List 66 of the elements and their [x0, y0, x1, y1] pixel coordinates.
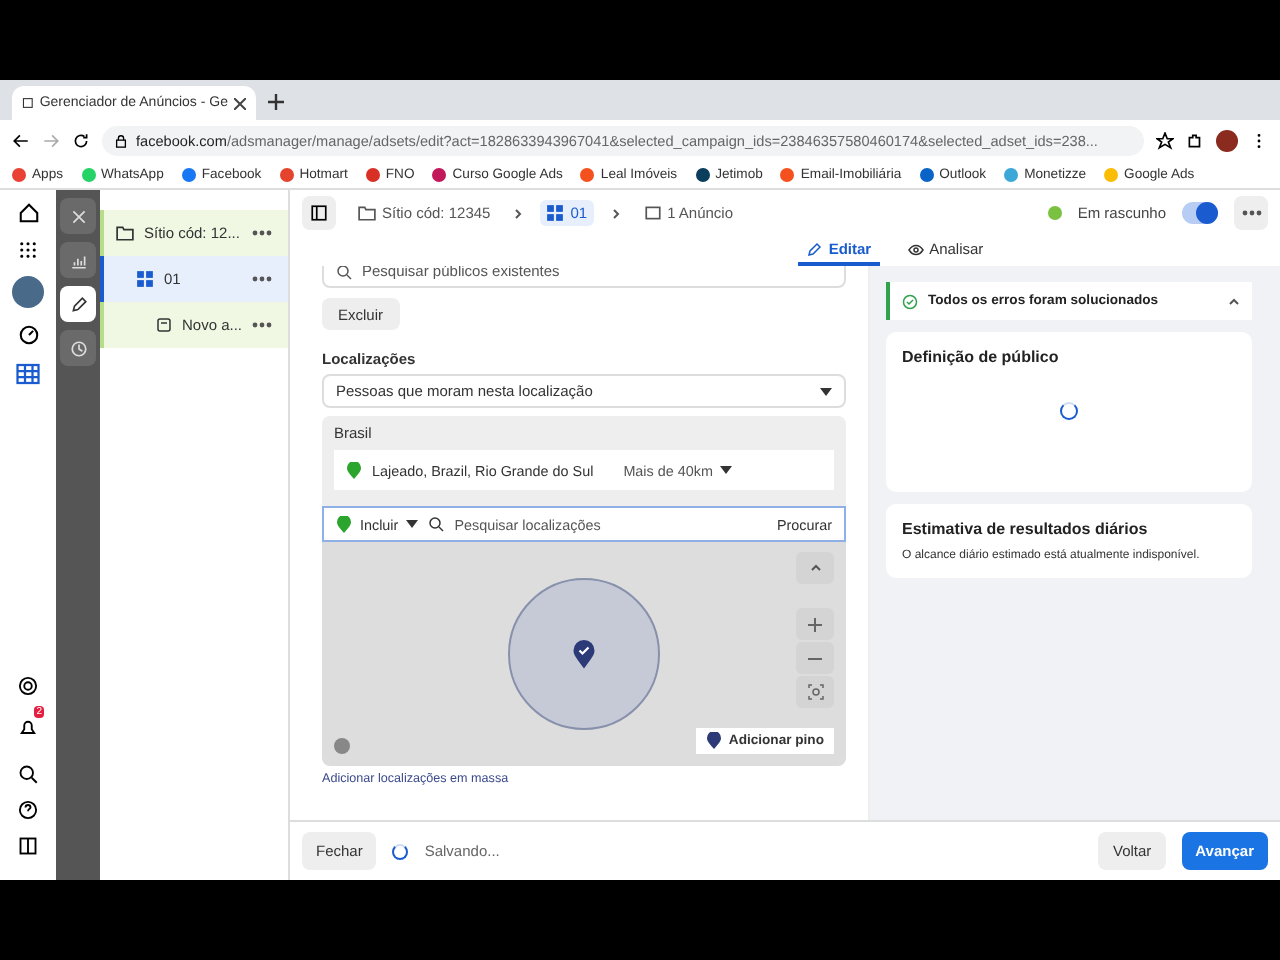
zoom-in-button[interactable]	[796, 608, 834, 640]
bell-icon	[18, 718, 38, 738]
more-button[interactable]	[1234, 196, 1268, 230]
chart-icon	[69, 251, 87, 269]
rail-button[interactable]	[60, 242, 96, 278]
folder-icon	[116, 224, 134, 242]
more-icon[interactable]	[252, 322, 272, 328]
chevron-up-icon	[809, 562, 821, 574]
search-icon	[428, 516, 445, 532]
star-icon	[1156, 131, 1174, 149]
reload-icon	[72, 131, 90, 149]
profile-avatar-icon[interactable]	[12, 276, 44, 308]
forward-icon	[42, 131, 60, 149]
page-icon	[22, 94, 34, 112]
rail-button[interactable]	[60, 330, 96, 366]
chevron-icon	[512, 207, 525, 219]
help-icon	[18, 800, 38, 820]
gauge-icon	[17, 324, 39, 346]
info-icon	[334, 738, 350, 754]
check-circle-icon	[902, 293, 918, 309]
location-pin-icon	[572, 639, 596, 669]
home-icon	[17, 202, 39, 224]
chevron-up-icon	[1228, 295, 1240, 307]
loading-spinner	[1060, 402, 1078, 420]
grid-icon	[136, 270, 154, 288]
card-title: Estimativa de resultados diários	[902, 520, 1150, 538]
plus-icon	[808, 617, 822, 631]
folder-icon	[358, 204, 376, 222]
ad-icon	[643, 204, 662, 222]
location-pin-icon	[706, 732, 723, 750]
chevron-icon	[609, 207, 622, 219]
ad-icon	[156, 316, 172, 334]
caret-icon	[406, 520, 419, 528]
zoom-out-button[interactable]	[796, 642, 834, 674]
new-tab-icon[interactable]	[268, 94, 284, 110]
caret-icon	[820, 388, 832, 396]
eye-icon	[907, 241, 924, 257]
caret-icon	[720, 466, 733, 474]
search-icon	[18, 764, 38, 784]
locate-button[interactable]	[796, 676, 834, 708]
more-icon[interactable]	[252, 276, 272, 282]
rail-button[interactable]	[60, 286, 96, 322]
pencil-icon	[806, 241, 823, 257]
status-dot-icon	[1047, 206, 1062, 220]
sidebar-icon	[310, 204, 328, 222]
back-icon	[12, 131, 30, 149]
pencil-icon	[69, 295, 87, 313]
close-icon	[69, 207, 87, 225]
location-pin-icon	[336, 515, 352, 533]
apps-grid-icon	[18, 240, 38, 260]
search-icon	[336, 266, 352, 279]
sidebar-toggle-button[interactable]	[302, 196, 336, 230]
more-icon[interactable]	[1241, 210, 1261, 216]
loading-spinner	[392, 843, 409, 859]
toggle-switch[interactable]	[1182, 202, 1218, 224]
avatar-icon[interactable]	[1216, 129, 1238, 151]
lock-icon	[114, 133, 128, 147]
table-icon	[16, 362, 40, 386]
panel-icon	[18, 836, 38, 856]
grid-icon	[546, 204, 565, 222]
location-pin-icon	[346, 461, 362, 479]
more-icon[interactable]	[252, 230, 272, 236]
card-title: Definição de público	[902, 348, 1061, 366]
locate-icon	[807, 684, 823, 700]
clock-icon	[69, 339, 87, 357]
close-icon[interactable]	[234, 97, 246, 109]
